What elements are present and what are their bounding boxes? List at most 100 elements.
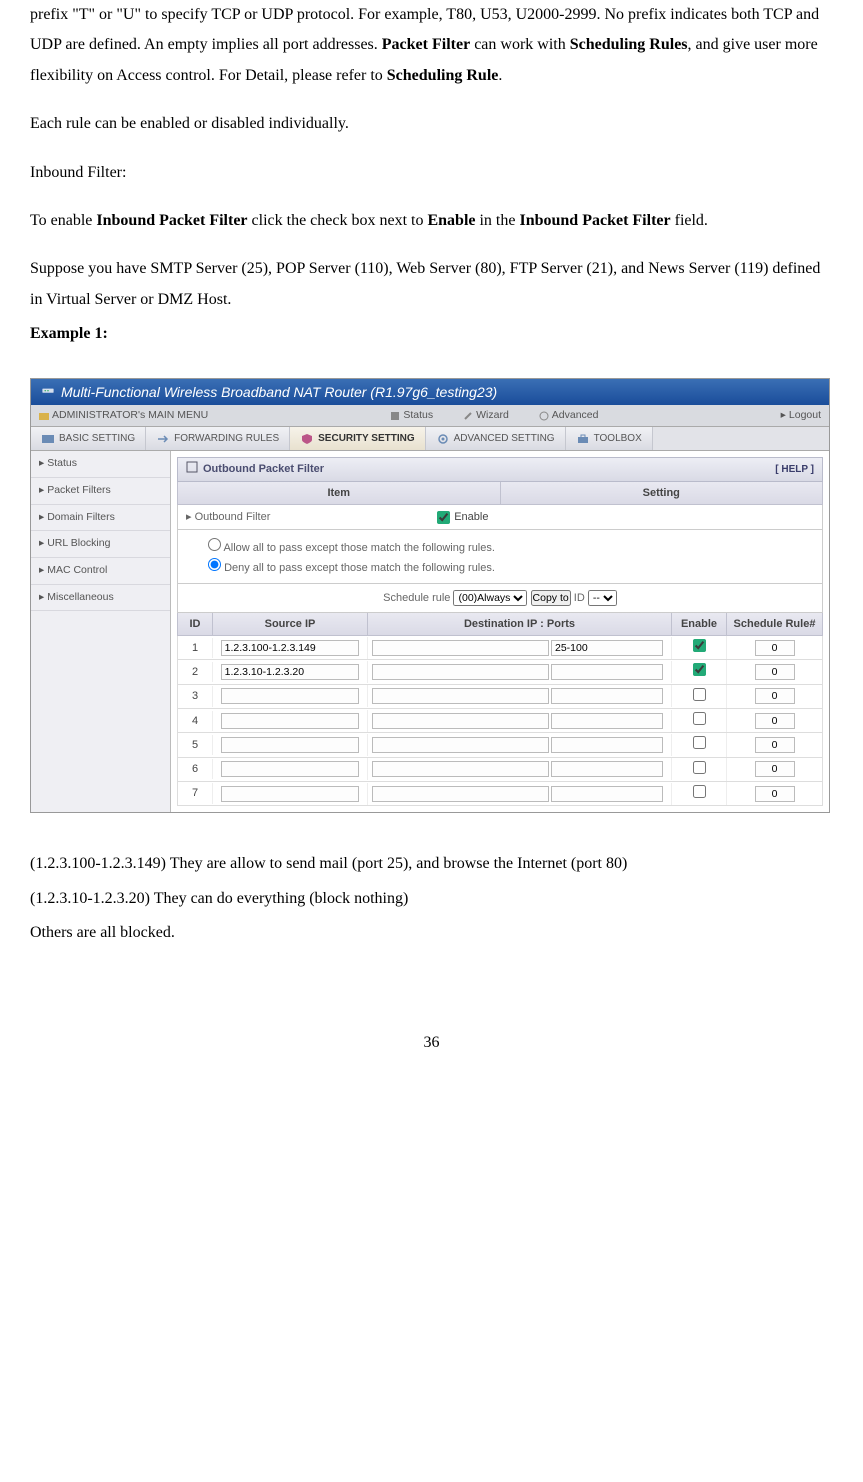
menu-wizard[interactable]: Wizard (463, 409, 509, 423)
col-header-schedule-rule: Schedule Rule# (727, 613, 822, 635)
source-ip-input[interactable] (221, 640, 360, 656)
window-title-bar: Multi-Functional Wireless Broadband NAT … (31, 379, 829, 405)
dest-ip-input[interactable] (372, 737, 549, 753)
outbound-filter-label: Outbound Filter (195, 511, 271, 523)
col-header-id: ID (178, 613, 213, 635)
rules-table-header: ID Source IP Destination IP : Ports Enab… (177, 613, 823, 636)
dest-port-input[interactable] (551, 737, 663, 753)
table-row: 2 (177, 660, 823, 684)
filter-mode-block: Allow all to pass except those match the… (177, 530, 823, 584)
sidebar-item-status[interactable]: ▸ Status (31, 451, 170, 478)
wizard-icon (463, 411, 473, 421)
source-ip-input[interactable] (221, 664, 360, 680)
dest-port-input[interactable] (551, 640, 663, 656)
table-row: 3 (177, 685, 823, 709)
doc-paragraph-4: To enable Inbound Packet Filter click th… (30, 206, 833, 236)
row-id: 7 (178, 783, 213, 803)
col-header-source-ip: Source IP (213, 613, 368, 635)
rule-enable-checkbox[interactable] (693, 712, 706, 725)
dest-ip-input[interactable] (372, 786, 549, 802)
outbound-filter-row: ▸ Outbound Filter Enable (177, 505, 823, 530)
dest-port-input[interactable] (551, 713, 663, 729)
id-label: ID (574, 592, 585, 604)
schedule-select[interactable]: (00)Always (453, 590, 527, 606)
dest-ip-input[interactable] (372, 761, 549, 777)
rule-enable-checkbox[interactable] (693, 663, 706, 676)
source-ip-input[interactable] (221, 713, 360, 729)
rule-enable-checkbox[interactable] (693, 688, 706, 701)
source-ip-input[interactable] (221, 688, 360, 704)
doc-paragraph-8: (1.2.3.10-1.2.3.20) They can do everythi… (30, 884, 833, 914)
sidebar-item-domain-filters[interactable]: ▸ Domain Filters (31, 505, 170, 532)
dest-ip-input[interactable] (372, 713, 549, 729)
source-ip-input[interactable] (221, 737, 360, 753)
doc-paragraph-1: prefix "T" or "U" to specify TCP or UDP … (30, 0, 833, 91)
schedule-rule-input[interactable] (755, 713, 795, 729)
sidebar-item-mac-control[interactable]: ▸ MAC Control (31, 558, 170, 585)
table-row: 4 (177, 709, 823, 733)
sidebar-item-miscellaneous[interactable]: ▸ Miscellaneous (31, 585, 170, 612)
panel-header: Outbound Packet Filter [ HELP ] (177, 457, 823, 481)
radio-deny-row[interactable]: Deny all to pass except those match the … (208, 558, 792, 575)
source-ip-input[interactable] (221, 786, 360, 802)
schedule-rule-input[interactable] (755, 761, 795, 777)
row-id: 3 (178, 686, 213, 706)
radio-deny[interactable] (208, 558, 221, 571)
dest-port-input[interactable] (551, 786, 663, 802)
row-id: 1 (178, 638, 213, 658)
settings-tab-bar: BASIC SETTING FORWARDING RULES SECURITY … (31, 427, 829, 451)
schedule-rule-input[interactable] (755, 688, 795, 704)
tab-advanced-setting[interactable]: ADVANCED SETTING (426, 427, 566, 450)
source-ip-input[interactable] (221, 761, 360, 777)
col-setting: Setting (501, 482, 823, 504)
tab-toolbox[interactable]: TOOLBOX (566, 427, 653, 450)
security-sidebar: ▸ Status ▸ Packet Filters ▸ Domain Filte… (31, 451, 171, 812)
id-select[interactable]: -- (588, 590, 617, 606)
tab-basic-setting[interactable]: BASIC SETTING (31, 427, 146, 450)
tab-forwarding-rules[interactable]: FORWARDING RULES (146, 427, 290, 450)
help-link[interactable]: [ HELP ] (775, 463, 814, 476)
status-icon (390, 411, 400, 421)
dest-port-input[interactable] (551, 688, 663, 704)
schedule-rule-input[interactable] (755, 664, 795, 680)
dest-ip-input[interactable] (372, 688, 549, 704)
panel-title: Outbound Packet Filter (203, 462, 324, 476)
security-icon (300, 433, 314, 445)
window-title: Multi-Functional Wireless Broadband NAT … (61, 383, 497, 401)
copy-to-button[interactable]: Copy to (531, 590, 571, 606)
radio-allow[interactable] (208, 538, 221, 551)
dest-port-input[interactable] (551, 761, 663, 777)
rule-enable-checkbox[interactable] (693, 761, 706, 774)
sidebar-item-packet-filters[interactable]: ▸ Packet Filters (31, 478, 170, 505)
doc-example-1-heading: Example 1: (30, 319, 833, 349)
schedule-rule-input[interactable] (755, 786, 795, 802)
table-row: 5 (177, 733, 823, 757)
radio-allow-row[interactable]: Allow all to pass except those match the… (208, 538, 792, 555)
menu-logout[interactable]: ▸ Logout (781, 409, 821, 423)
rule-enable-checkbox[interactable] (693, 785, 706, 798)
table-row: 1 (177, 636, 823, 660)
admin-menu-label: ADMINISTRATOR's MAIN MENU (39, 409, 208, 423)
table-row: 7 (177, 782, 823, 806)
rules-table-body: 1234567 (177, 636, 823, 806)
folder-icon (39, 411, 49, 421)
rule-enable-checkbox[interactable] (693, 639, 706, 652)
schedule-rule-input[interactable] (755, 640, 795, 656)
page-number: 36 (30, 1028, 833, 1058)
main-menu-bar: ADMINISTRATOR's MAIN MENU Status Wizard … (31, 405, 829, 428)
doc-paragraph-9: Others are all blocked. (30, 918, 833, 948)
schedule-rule-row: Schedule rule (00)Always Copy to ID -- (177, 584, 823, 613)
dest-ip-input[interactable] (372, 640, 549, 656)
dest-ip-input[interactable] (372, 664, 549, 680)
tab-security-setting[interactable]: SECURITY SETTING (290, 427, 426, 450)
menu-status[interactable]: Status (390, 409, 433, 423)
dest-port-input[interactable] (551, 664, 663, 680)
col-header-dest-ip-ports: Destination IP : Ports (368, 613, 672, 635)
doc-paragraph-2: Each rule can be enabled or disabled ind… (30, 109, 833, 139)
menu-advanced[interactable]: Advanced (539, 409, 599, 423)
sidebar-item-url-blocking[interactable]: ▸ URL Blocking (31, 531, 170, 558)
schedule-rule-input[interactable] (755, 737, 795, 753)
enable-outbound-checkbox[interactable] (437, 511, 450, 524)
doc-paragraph-3: Inbound Filter: (30, 158, 833, 188)
rule-enable-checkbox[interactable] (693, 736, 706, 749)
